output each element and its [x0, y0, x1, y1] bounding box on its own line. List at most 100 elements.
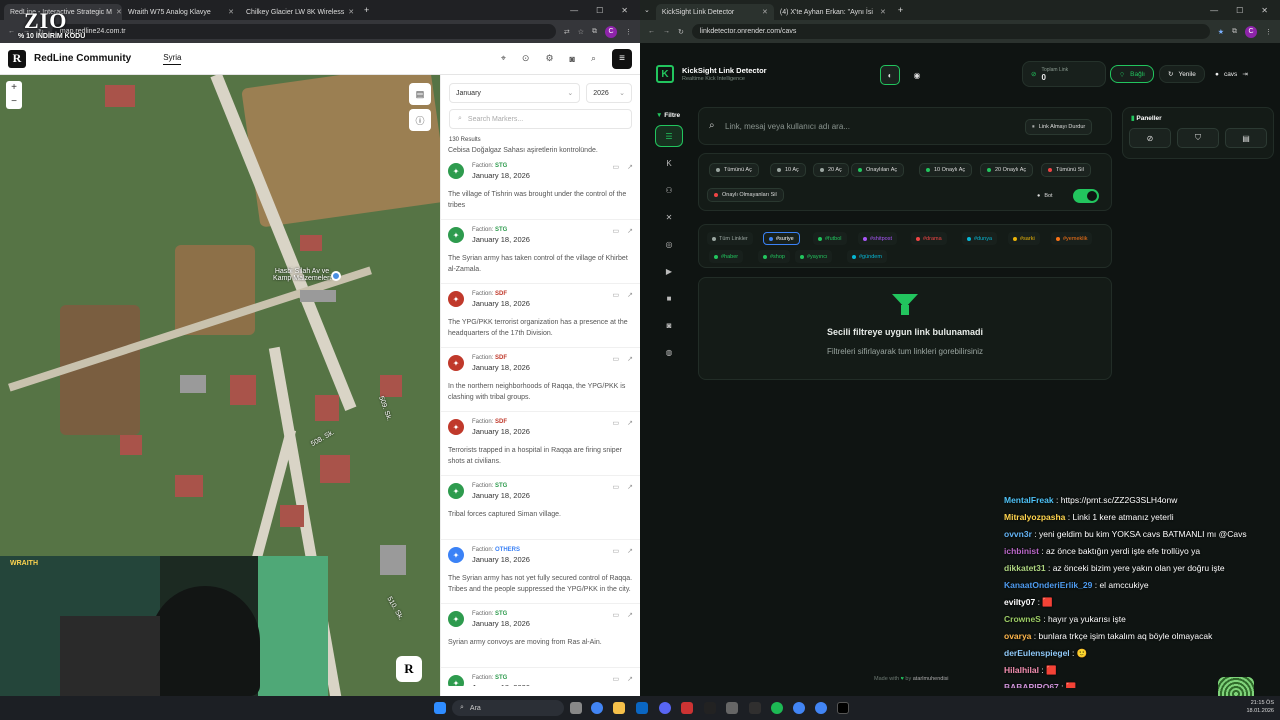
spotify-icon[interactable]	[771, 702, 783, 714]
tab-list-icon[interactable]: ⌄	[644, 6, 650, 14]
minimize-icon[interactable]: —	[1210, 6, 1218, 15]
external-link-icon[interactable]: ↗	[627, 227, 633, 235]
external-link-icon[interactable]: ↗	[627, 355, 633, 363]
new-tab-icon[interactable]: +	[364, 5, 369, 15]
maximize-icon[interactable]: ☐	[1236, 6, 1243, 15]
action-button[interactable]: Tümünü Sil	[1041, 163, 1091, 177]
action-button[interactable]: 10 Onaylı Aç	[919, 163, 973, 177]
action-button[interactable]: Onaylı Olmayanları Sil	[707, 188, 784, 202]
chat-username[interactable]: dikkatet31	[1004, 563, 1046, 573]
close-icon[interactable]: ✕	[348, 8, 354, 16]
external-link-icon[interactable]: ↗	[627, 291, 633, 299]
event-item[interactable]: ✦ Faction: SDF January 18, 2026 ▭ ↗ Terrorist…	[441, 412, 640, 476]
tag-filter[interactable]: Tüm Linkler	[707, 232, 753, 245]
minimize-icon[interactable]: —	[570, 6, 578, 15]
block-icon[interactable]: ⊘	[1129, 128, 1171, 148]
chat-username[interactable]: Hilalhilal	[1004, 665, 1039, 675]
chrome-icon[interactable]	[793, 702, 805, 714]
tag-filter[interactable]: #dunya	[962, 232, 998, 245]
chrome-icon[interactable]	[815, 702, 827, 714]
video-icon[interactable]: ▭	[613, 163, 620, 171]
taskbar-search[interactable]: ⌕ Ara	[452, 700, 564, 716]
store-icon[interactable]	[636, 702, 648, 714]
close-icon[interactable]: ✕	[880, 8, 886, 16]
more-menu-icon[interactable]: ⋮	[1265, 28, 1272, 36]
link-search-input[interactable]: Link, mesaj veya kullanıcı adı ara...	[725, 122, 850, 131]
chat-username[interactable]: Mitralyozpasha	[1004, 512, 1065, 522]
clock[interactable]: 21:15 ÖS 18.01.2026	[1240, 699, 1274, 715]
bookmark-star-icon[interactable]: ★	[1218, 28, 1224, 36]
chat-username[interactable]: ichbinist	[1004, 546, 1039, 556]
tab-x-post[interactable]: (4) X'te Ayhan Erkan: "Aynı İsi ✕	[774, 4, 892, 20]
chat-username[interactable]: evilty07	[1004, 597, 1035, 607]
bookmark-star-icon[interactable]: ☆	[578, 28, 584, 36]
action-button[interactable]: Tümünü Aç	[709, 163, 759, 177]
action-button[interactable]: 10 Aç	[770, 163, 806, 177]
maximize-icon[interactable]: ☐	[596, 6, 603, 15]
video-icon[interactable]: ▭	[613, 611, 620, 619]
more-menu-icon[interactable]: ⋮	[625, 28, 632, 36]
x-app-icon[interactable]	[837, 702, 849, 714]
chrome-icon[interactable]	[591, 702, 603, 714]
translate-icon[interactable]: ⇄	[564, 28, 570, 36]
video-icon[interactable]: ■	[655, 288, 683, 308]
chat-username[interactable]: ovvn3r	[1004, 529, 1032, 539]
profile-avatar[interactable]: C	[1245, 25, 1257, 38]
discord-icon[interactable]	[659, 702, 671, 714]
external-link-icon[interactable]: ↗	[627, 675, 633, 683]
camera-icon[interactable]: ◙	[655, 315, 683, 335]
tag-filter[interactable]: #drama	[911, 232, 947, 245]
action-button[interactable]: 20 Onaylı Aç	[980, 163, 1034, 177]
tag-filter[interactable]: #shitpost	[858, 232, 898, 245]
extensions-icon[interactable]: ⧉	[592, 28, 597, 36]
search-icon[interactable]: ⌕	[591, 53, 596, 64]
youtube-icon[interactable]: ▶	[655, 261, 683, 281]
app-icon[interactable]	[681, 702, 693, 714]
windows-start-icon[interactable]	[434, 702, 446, 714]
refresh-button[interactable]: ↻ Yenile	[1159, 65, 1205, 83]
x-icon[interactable]: ✕	[655, 207, 683, 227]
event-item[interactable]: ✦ Faction: STG January 18, 2026 ▭ ↗ The Syria…	[441, 220, 640, 284]
tag-filter[interactable]: #gündem	[847, 250, 887, 263]
kick-icon[interactable]: K	[655, 153, 683, 173]
location-pin-icon[interactable]: ⊙	[522, 53, 530, 64]
event-item[interactable]: ✦ Faction: SDF January 18, 2026 ▭ ↗ In the no…	[441, 348, 640, 412]
filter-all-icon[interactable]: ☰	[655, 125, 683, 147]
year-select[interactable]: 2026 ⌄	[586, 83, 632, 103]
tag-filter[interactable]: #yemeklik	[1051, 232, 1093, 245]
brand-name[interactable]: RedLine Community	[34, 53, 131, 64]
new-tab-icon[interactable]: +	[898, 5, 903, 15]
event-item[interactable]: ✦ Faction: SDF January 18, 2026 ▭ ↗ The YPG/P…	[441, 284, 640, 348]
bot-toggle[interactable]	[1073, 189, 1099, 203]
nav-syria[interactable]: Syria	[163, 53, 182, 65]
chat-username[interactable]: ovarya	[1004, 631, 1031, 641]
video-icon[interactable]: ▭	[613, 355, 620, 363]
profile-avatar[interactable]: C	[605, 25, 617, 38]
close-icon[interactable]: ✕	[116, 8, 122, 16]
android-icon[interactable]: ◉	[907, 65, 927, 85]
tag-filter[interactable]: #sarki	[1008, 232, 1040, 245]
zoom-out-button[interactable]: −	[6, 95, 22, 109]
event-item[interactable]: ✦ Faction: STG January 18, 2026 ▭ ↗ Syrian ar…	[441, 604, 640, 668]
chat-username[interactable]: derEulenspiegel	[1004, 648, 1070, 658]
tab-wraith[interactable]: Wraith W75 Analog Klavye ✕	[122, 4, 240, 20]
close-icon[interactable]: ✕	[762, 8, 768, 16]
info-button[interactable]: ⓘ	[409, 109, 431, 131]
stop-links-button[interactable]: ⏸ Link Almayı Durdur	[1025, 119, 1093, 135]
url-field[interactable]: linkdetector.onrender.com/cavs	[691, 24, 1210, 39]
shield-icon[interactable]: ⛉	[1177, 128, 1219, 148]
map-layers-button[interactable]: ▤	[409, 83, 431, 105]
app-icon[interactable]	[726, 702, 738, 714]
forward-icon[interactable]: →	[663, 28, 670, 35]
url-field[interactable]: map.redline24.com.tr	[51, 24, 556, 39]
users-icon[interactable]: ⚇	[655, 180, 683, 200]
video-icon[interactable]: ▭	[613, 675, 620, 683]
task-view-icon[interactable]	[570, 702, 582, 714]
video-icon[interactable]: ▭	[613, 227, 620, 235]
trash-icon[interactable]: ▤	[1225, 128, 1267, 148]
video-icon[interactable]: ▭	[613, 483, 620, 491]
redline-logo[interactable]: R	[8, 49, 26, 68]
action-button[interactable]: 20 Aç	[813, 163, 849, 177]
external-link-icon[interactable]: ↗	[627, 163, 633, 171]
back-icon[interactable]: ←	[8, 28, 15, 35]
